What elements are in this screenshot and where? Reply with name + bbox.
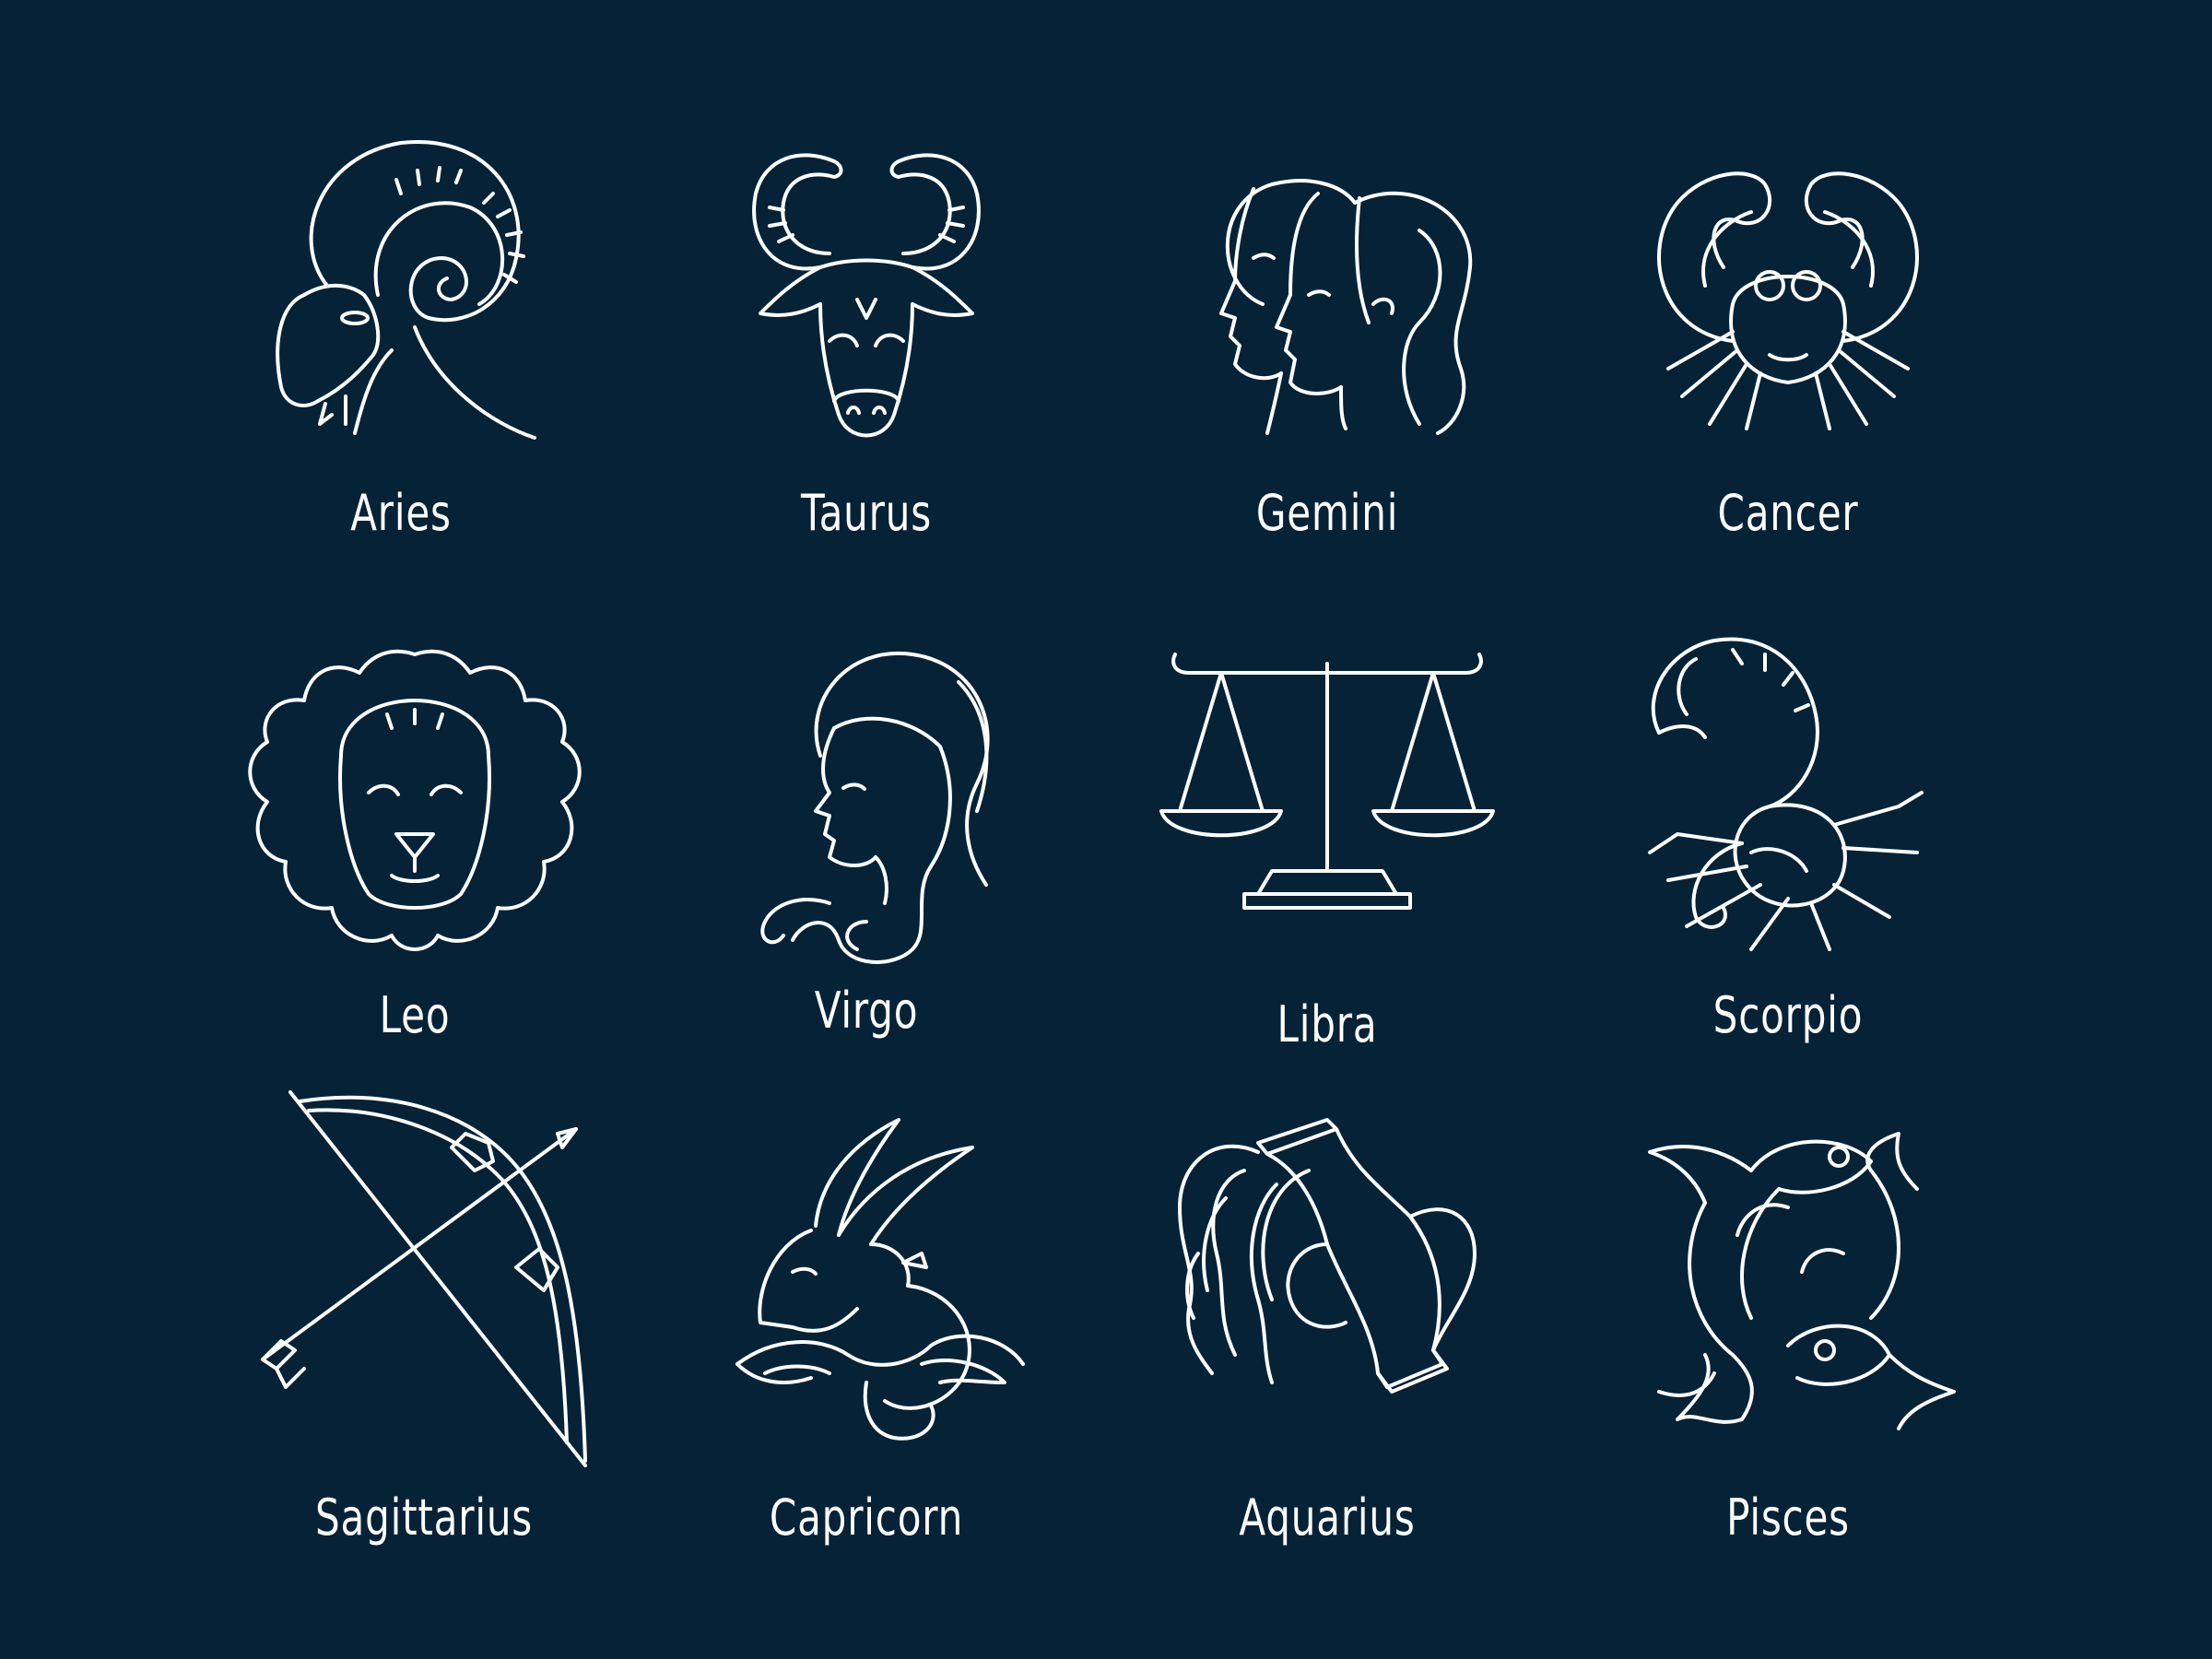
lion-icon	[248, 649, 582, 951]
sign-libra: Libra	[1097, 636, 1558, 1152]
bow-and-arrow-icon	[261, 1090, 587, 1467]
sign-label: Aquarius	[1239, 1488, 1416, 1547]
sign-label: Virgo	[814, 982, 919, 1040]
sign-cancer: Cancer	[1558, 120, 2018, 636]
maiden-icon	[760, 651, 990, 964]
twins-icon	[1219, 179, 1473, 435]
fish-icon	[1648, 1132, 1956, 1430]
sign-label: Taurus	[801, 484, 932, 542]
sign-label: Leo	[379, 986, 451, 1044]
bull-icon	[752, 153, 981, 438]
sign-scorpio: Scorpio	[1558, 622, 2018, 1138]
sign-sagittarius: Sagittarius	[194, 1090, 654, 1608]
scales-icon	[1159, 653, 1495, 910]
sign-leo: Leo	[184, 636, 645, 1152]
sign-taurus: Taurus	[636, 120, 1097, 636]
zodiac-grid: Aries Taurus Gemini Cancer Leo Virgo Lib…	[0, 0, 2212, 1659]
sign-gemini: Gemini	[1097, 120, 1558, 636]
crab-icon	[1657, 171, 1919, 430]
sign-label: Gemini	[1255, 484, 1399, 542]
sign-label: Capricorn	[769, 1488, 964, 1547]
sign-pisces: Pisces	[1558, 1115, 2018, 1631]
sign-label: Cancer	[1717, 484, 1859, 542]
sign-label: Libra	[1277, 995, 1378, 1053]
sign-label: Aries	[350, 484, 452, 542]
sign-label: Sagittarius	[314, 1488, 534, 1547]
sign-aquarius: Aquarius	[1097, 1115, 1558, 1631]
sign-virgo: Virgo	[636, 627, 1097, 1143]
scorpion-icon	[1648, 637, 1924, 951]
ram-icon	[276, 139, 536, 440]
water-jar-icon	[1178, 1118, 1477, 1394]
sign-aries: Aries	[171, 120, 631, 636]
sign-capricorn: Capricorn	[636, 1115, 1097, 1631]
sign-label: Scorpio	[1712, 986, 1864, 1044]
sign-label: Pisces	[1726, 1488, 1850, 1547]
sea-goat-icon	[735, 1118, 1025, 1441]
